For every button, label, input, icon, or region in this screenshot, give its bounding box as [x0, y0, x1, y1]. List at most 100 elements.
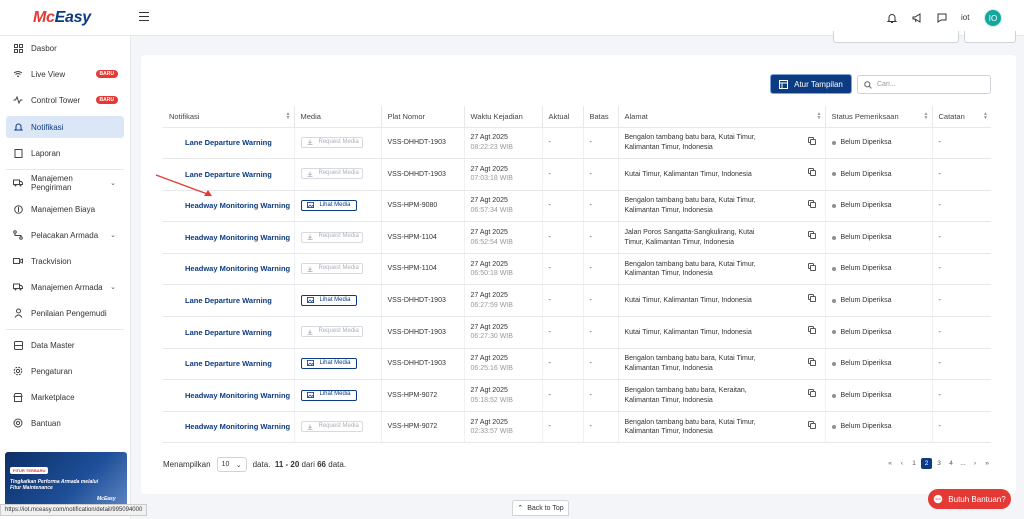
media-button[interactable]: Lihat Media [300, 357, 357, 369]
copy-icon[interactable] [807, 357, 816, 370]
media-cell: Request Media [294, 221, 382, 254]
page-button[interactable]: ‹ [897, 460, 907, 467]
notification-type[interactable]: Headway Monitoring Warning [163, 221, 295, 254]
column-header-batas[interactable]: Batas [583, 106, 619, 128]
actual-value: - [542, 190, 584, 223]
sort-icon: ▲ ▼ [285, 111, 291, 121]
notification-type[interactable]: Lane Departure Warning [163, 316, 295, 349]
media-button[interactable]: Lihat Media [300, 294, 357, 306]
page-button[interactable]: ... [958, 460, 968, 467]
sidebar-item-control-tower[interactable]: Control Tower BARU [6, 89, 124, 111]
table-row[interactable]: Headway Monitoring Warning Request Media… [163, 221, 991, 254]
table-row[interactable]: Lane Departure Warning Request Media VSS… [163, 316, 991, 349]
column-header-waktu-kejadian[interactable]: Waktu Kejadian [464, 106, 543, 128]
sidebar-item-manajemen-pengiriman[interactable]: Manajemen Pengiriman ⌄ [6, 172, 124, 194]
copy-icon[interactable] [807, 420, 816, 433]
avatar[interactable]: IO [984, 9, 1002, 27]
page-button[interactable]: « [885, 460, 895, 467]
help-button[interactable]: Butuh Bantuan? [928, 489, 1011, 509]
copy-icon[interactable] [807, 168, 816, 180]
back-to-top-button[interactable]: ⌃ Back to Top [512, 500, 569, 516]
copy-icon[interactable] [807, 326, 816, 338]
sort-icon: ▲ ▼ [983, 111, 988, 121]
notification-type[interactable]: Headway Monitoring Warning [163, 253, 295, 286]
sidebar-item-laporan[interactable]: Laporan [6, 142, 124, 164]
table-row[interactable]: Lane Departure Warning Lihat Media VSS-D… [163, 348, 991, 381]
filter-field[interactable] [833, 31, 959, 43]
table-row[interactable]: Lane Departure Warning Lihat Media VSS-D… [163, 284, 991, 318]
search-box[interactable] [857, 75, 991, 94]
media-button[interactable]: Request Media [300, 231, 363, 243]
notification-type[interactable]: Lane Departure Warning [163, 127, 295, 160]
sidebar-item-live-view[interactable]: Live View BARU [6, 63, 124, 85]
sidebar-item-label: Laporan [31, 148, 61, 158]
page-button[interactable]: 1 [909, 460, 919, 467]
new-badge: BARU [95, 96, 118, 104]
action-button[interactable] [964, 31, 1016, 43]
copy-icon[interactable] [807, 389, 816, 401]
notification-type[interactable]: Headway Monitoring Warning [163, 379, 295, 412]
copy-icon[interactable] [807, 199, 816, 212]
table-row[interactable]: Headway Monitoring Warning Lihat Media V… [163, 190, 991, 223]
media-button[interactable]: Request Media [300, 421, 363, 433]
mceasy-logo[interactable]: McEasy [33, 9, 91, 27]
page-button[interactable]: › [970, 460, 980, 467]
sidebar-item-pelacakan-armada[interactable]: Pelacakan Armada ⌄ [6, 224, 124, 246]
copy-icon[interactable] [807, 262, 816, 275]
column-header-plat-nomor[interactable]: Plat Nomor [381, 106, 465, 128]
media-button[interactable]: Request Media [300, 168, 363, 180]
copy-icon[interactable] [807, 294, 816, 306]
sidebar-item-pengaturan[interactable]: Pengaturan [6, 360, 124, 382]
page-button[interactable]: 3 [934, 460, 944, 467]
page-button[interactable]: 4 [946, 460, 956, 467]
media-button[interactable]: Lihat Media [300, 389, 357, 401]
table-row[interactable]: Lane Departure Warning Request Media VSS… [163, 127, 991, 160]
sidebar-item-data-master[interactable]: Data Master [6, 334, 124, 356]
page-button[interactable]: 2 [921, 458, 932, 469]
per-page-select[interactable]: 10 ⌄ [216, 457, 247, 472]
search-input[interactable] [877, 81, 977, 88]
table-row[interactable]: Headway Monitoring Warning Request Media… [163, 253, 991, 286]
media-button[interactable]: Request Media [300, 263, 363, 275]
notification-type[interactable]: Headway Monitoring Warning [163, 411, 295, 444]
promo-banner[interactable]: FITUR TERBARU Tingkatkan Performa Armada… [5, 452, 127, 506]
sidebar-item-bantuan[interactable]: Bantuan [6, 412, 124, 434]
column-header-status[interactable]: Status Pemeriksaan ▲ ▼ [825, 106, 933, 128]
table-row[interactable]: Headway Monitoring Warning Lihat Media V… [163, 379, 991, 412]
copy-icon[interactable] [807, 231, 816, 243]
sidebar-item-dasbor[interactable]: Dasbor [6, 37, 124, 59]
sidebar-item-marketplace[interactable]: Marketplace [6, 386, 124, 408]
chat-icon[interactable] [936, 12, 948, 24]
cell-text: 27 Agt 2025 [470, 355, 508, 363]
notification-type[interactable]: Lane Departure Warning [163, 284, 295, 318]
event-time: 27 Agt 2025 02:33:57 WIB [464, 411, 543, 444]
sidebar-item-manajemen-armada[interactable]: Manajemen Armada ⌄ [6, 276, 124, 298]
sidebar-item-notifikasi[interactable]: Notifikasi [6, 116, 124, 138]
column-header-notifikasi[interactable]: Notifikasi ▲ ▼ [163, 106, 295, 128]
cell-text: 06:52:54 WIB [470, 238, 513, 246]
sidebar-item-manajemen-biaya[interactable]: Manajemen Biaya [6, 198, 124, 220]
sidebar-item-trackvision[interactable]: Trackvision [6, 250, 124, 272]
page-button[interactable]: » [982, 460, 992, 467]
user-name[interactable]: iot [961, 13, 969, 22]
promo-brand: McEasy [97, 496, 116, 502]
media-button[interactable]: Request Media [300, 326, 363, 338]
atur-tampilan-button[interactable]: Atur Tampilan [770, 74, 852, 94]
media-button[interactable]: Lihat Media [300, 199, 357, 211]
sidebar-item-label: Notifikasi [31, 122, 64, 132]
copy-icon[interactable] [807, 136, 816, 149]
column-header-catatan[interactable]: Catatan ▲ ▼ [932, 106, 991, 128]
table-row[interactable]: Headway Monitoring Warning Request Media… [163, 411, 991, 444]
sidebar-item-penilaian-pengemudi[interactable]: Penilaian Pengemudi [6, 302, 124, 324]
cell-text: 06:25:16 WIB [470, 364, 513, 372]
hamburger-menu-icon[interactable] [139, 12, 149, 22]
table-row[interactable]: Lane Departure Warning Request Media VSS… [163, 158, 991, 191]
column-header-media[interactable]: Media [294, 106, 382, 128]
notification-type[interactable]: Lane Departure Warning [163, 348, 295, 381]
megaphone-icon[interactable] [911, 12, 923, 24]
column-header-alamat[interactable]: Alamat ▲ ▼ [618, 106, 826, 128]
bell-icon[interactable] [886, 12, 898, 24]
column-header-aktual[interactable]: Aktual [542, 106, 584, 128]
limit-value: - [583, 284, 619, 318]
media-button[interactable]: Request Media [300, 136, 363, 148]
